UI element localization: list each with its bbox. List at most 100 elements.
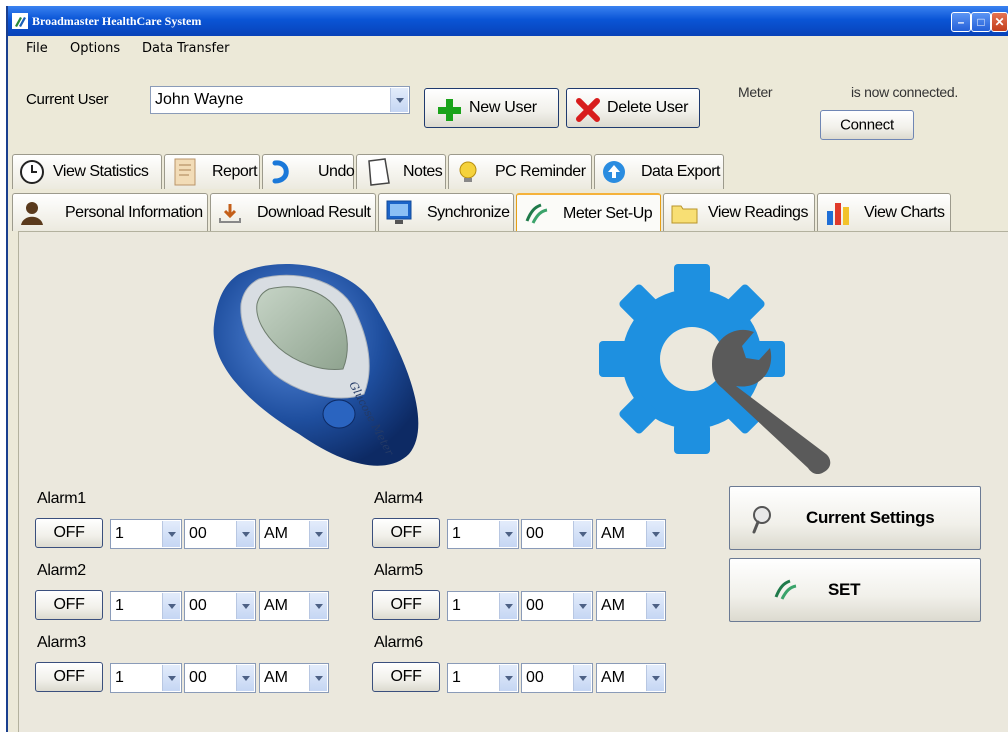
chevron-down-icon[interactable]	[309, 665, 327, 691]
chevron-down-icon[interactable]	[573, 593, 591, 619]
alarm5-ampm-select[interactable]: AM	[596, 591, 666, 621]
meter-setup-panel: Glucose Meter Alarm1 OFF 1 00 AM Alarm2 …	[18, 231, 1008, 732]
tab-view-readings[interactable]: View Readings	[663, 193, 815, 231]
alarm4-label: Alarm4	[374, 490, 423, 507]
tab-view-statistics[interactable]: View Statistics	[12, 154, 162, 189]
tab-undo[interactable]: Undo	[262, 154, 355, 189]
alarm3-ampm-value: AM	[264, 669, 288, 686]
chevron-down-icon[interactable]	[236, 665, 254, 691]
delete-user-button[interactable]: Delete User	[566, 88, 700, 128]
tab-meter-set-up[interactable]: Meter Set-Up	[516, 193, 661, 232]
chevron-down-icon[interactable]	[236, 521, 254, 547]
current-user-label: Current User	[26, 91, 109, 108]
menu-data-transfer[interactable]: Data Transfer	[142, 41, 229, 56]
connect-button[interactable]: Connect	[820, 110, 914, 140]
tab-label: Synchronize	[427, 203, 510, 221]
chevron-down-icon[interactable]	[390, 88, 408, 112]
chevron-down-icon[interactable]	[646, 665, 664, 691]
chevron-down-icon[interactable]	[573, 521, 591, 547]
tab-pc-reminder[interactable]: PC Reminder	[448, 154, 592, 189]
alarm1-minute-select[interactable]: 00	[184, 519, 256, 549]
meter-wave-icon	[525, 203, 548, 224]
alarm3-hour-value: 1	[115, 669, 124, 686]
report-icon	[174, 158, 196, 186]
alarm3-minute-select[interactable]: 00	[184, 663, 256, 693]
app-logo-icon	[12, 13, 28, 29]
title-bar[interactable]: Broadmaster HealthCare System – □ ✕	[8, 6, 1008, 36]
chevron-down-icon[interactable]	[162, 521, 180, 547]
new-user-button[interactable]: New User	[424, 88, 559, 128]
chevron-down-icon[interactable]	[499, 521, 517, 547]
tab-personal-information[interactable]: Personal Information	[12, 193, 208, 231]
chevron-down-icon[interactable]	[162, 593, 180, 619]
alarm4-hour-select[interactable]: 1	[447, 519, 519, 549]
alarm6-hour-select[interactable]: 1	[447, 663, 519, 693]
alarm2-hour-select[interactable]: 1	[110, 591, 182, 621]
alarm5-toggle-button[interactable]: OFF	[372, 590, 440, 620]
glucose-meter-image: Glucose Meter	[213, 264, 419, 466]
tab-label: Data Export	[641, 163, 720, 180]
alarm1-ampm-select[interactable]: AM	[259, 519, 329, 549]
magnifier-icon	[752, 506, 771, 534]
tab-view-charts[interactable]: View Charts	[817, 193, 951, 231]
alarm3-hour-select[interactable]: 1	[110, 663, 182, 693]
alarm4-toggle-label: OFF	[390, 524, 422, 541]
bar-chart-icon	[827, 202, 849, 225]
tab-download-result[interactable]: Download Result	[210, 193, 376, 231]
download-icon	[219, 203, 241, 223]
close-button[interactable]: ✕	[991, 12, 1008, 32]
maximize-button[interactable]: □	[971, 12, 991, 32]
tab-data-export[interactable]: Data Export	[594, 154, 724, 189]
app-window: Broadmaster HealthCare System – □ ✕ File…	[6, 6, 1008, 732]
tab-label: Personal Information	[65, 203, 203, 221]
alarm1-ampm-value: AM	[264, 525, 288, 542]
current-settings-label: Current Settings	[806, 508, 935, 527]
chevron-down-icon[interactable]	[646, 593, 664, 619]
tab-label: View Readings	[708, 203, 808, 221]
chevron-down-icon[interactable]	[162, 665, 180, 691]
alarm1-toggle-label: OFF	[53, 524, 85, 541]
alarm1-toggle-button[interactable]: OFF	[35, 518, 103, 548]
chevron-down-icon[interactable]	[499, 665, 517, 691]
alarm4-minute-select[interactable]: 00	[521, 519, 593, 549]
current-user-select[interactable]: John Wayne	[150, 86, 410, 114]
alarm6-minute-select[interactable]: 00	[521, 663, 593, 693]
menu-bar: File Options Data Transfer	[8, 36, 1008, 62]
minimize-button[interactable]: –	[951, 12, 971, 32]
alarm5-hour-select[interactable]: 1	[447, 591, 519, 621]
current-settings-button[interactable]: Current Settings	[729, 486, 981, 550]
chevron-down-icon[interactable]	[309, 521, 327, 547]
alarm2-ampm-select[interactable]: AM	[259, 591, 329, 621]
alarm2-toggle-button[interactable]: OFF	[35, 590, 103, 620]
tab-notes[interactable]: Notes	[356, 154, 446, 189]
alarm6-toggle-button[interactable]: OFF	[372, 662, 440, 692]
alarm4-ampm-value: AM	[601, 525, 625, 542]
tab-synchronize[interactable]: Synchronize	[378, 193, 514, 231]
alarm3-toggle-button[interactable]: OFF	[35, 662, 103, 692]
alarm1-minute-value: 00	[189, 525, 207, 542]
sync-computer-icon	[386, 200, 412, 224]
alarm5-minute-select[interactable]: 00	[521, 591, 593, 621]
alarm6-ampm-select[interactable]: AM	[596, 663, 666, 693]
chevron-down-icon[interactable]	[309, 593, 327, 619]
chevron-down-icon[interactable]	[573, 665, 591, 691]
alarm5-hour-value: 1	[452, 597, 461, 614]
tab-report[interactable]: Report	[164, 154, 260, 189]
menu-options[interactable]: Options	[70, 41, 120, 56]
chevron-down-icon[interactable]	[499, 593, 517, 619]
alarm1-hour-select[interactable]: 1	[110, 519, 182, 549]
set-label: SET	[828, 580, 861, 599]
alarm4-toggle-button[interactable]: OFF	[372, 518, 440, 548]
chevron-down-icon[interactable]	[236, 593, 254, 619]
alarm3-toggle-label: OFF	[53, 668, 85, 685]
window-title: Broadmaster HealthCare System	[32, 14, 202, 28]
alarm4-ampm-select[interactable]: AM	[596, 519, 666, 549]
set-button[interactable]: SET	[729, 558, 981, 622]
person-icon	[21, 201, 43, 225]
chevron-down-icon[interactable]	[646, 521, 664, 547]
alarm2-minute-select[interactable]: 00	[184, 591, 256, 621]
tab-label: PC Reminder	[495, 163, 586, 180]
alarm3-ampm-select[interactable]: AM	[259, 663, 329, 693]
menu-file[interactable]: File	[26, 41, 48, 56]
alarm1-label: Alarm1	[37, 490, 86, 507]
